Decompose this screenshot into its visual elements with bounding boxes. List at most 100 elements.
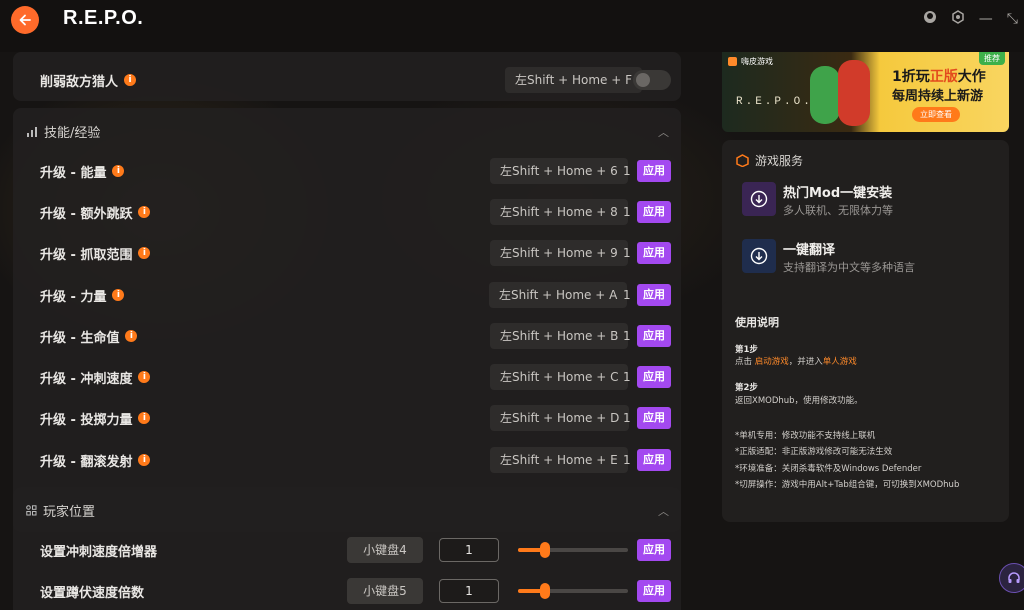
launch-game-link[interactable]: 启动游戏 bbox=[755, 357, 789, 367]
info-icon[interactable]: i bbox=[138, 371, 151, 383]
translate-item[interactable]: 一键翻译 支持翻译为中文等多种语言 bbox=[742, 239, 992, 279]
skill-row: 升级 - 额外跳跃 i 左Shift + Home + 8 1 应用 bbox=[13, 192, 681, 232]
brand-name: 嗨皮游戏 bbox=[741, 57, 773, 66]
single-player-link[interactable]: 单人游戏 bbox=[823, 357, 857, 367]
step1-text-a: 点击 bbox=[735, 357, 755, 367]
info-icon[interactable]: i bbox=[138, 454, 151, 466]
value-slider[interactable] bbox=[518, 542, 628, 558]
view-now-button[interactable]: 立即查看 bbox=[912, 107, 960, 122]
apply-button[interactable]: 应用 bbox=[637, 580, 671, 602]
banner-line2: 每周持续上新游 bbox=[892, 89, 984, 104]
recommend-tag: 推荐 bbox=[979, 52, 1005, 65]
info-icon[interactable]: i bbox=[138, 412, 151, 424]
hotkey-badge: 左Shift + Home + C bbox=[490, 364, 629, 390]
minimize-icon[interactable]: — bbox=[979, 11, 993, 27]
skill-row: 升级 - 投掷力量 i 左Shift + Home + D 1 应用 bbox=[13, 398, 681, 438]
info-icon[interactable]: i bbox=[112, 165, 125, 177]
headset-icon bbox=[1008, 572, 1020, 583]
upgrade-count: 1 bbox=[623, 288, 631, 302]
grid-icon bbox=[26, 505, 37, 516]
value-slider[interactable] bbox=[518, 583, 628, 599]
weaken-hunter-toggle[interactable] bbox=[633, 70, 671, 90]
download-icon bbox=[742, 182, 776, 216]
weaken-hunter-row: 削弱敌方猎人 i 左Shift + Home + F bbox=[13, 60, 681, 100]
row-label: 升级 - 能量 bbox=[40, 165, 107, 181]
upgrade-count: 1 bbox=[623, 411, 631, 425]
skill-row: 升级 - 生命值 i 左Shift + Home + B 1 应用 bbox=[13, 316, 681, 356]
apply-button[interactable]: 应用 bbox=[637, 201, 671, 223]
row-label: 升级 - 力量 bbox=[40, 289, 107, 305]
info-icon[interactable]: i bbox=[138, 206, 151, 218]
note-line: *切屏操作：游戏中用Alt+Tab组合键，可切换到XMODhub bbox=[735, 480, 960, 490]
skill-row: 升级 - 冲刺速度 i 左Shift + Home + C 1 应用 bbox=[13, 357, 681, 397]
slider-handle[interactable] bbox=[540, 542, 550, 558]
slider-handle[interactable] bbox=[540, 583, 550, 599]
hotkey-badge: 左Shift + Home + F bbox=[505, 67, 642, 93]
hotkey-badge: 左Shift + Home + D bbox=[490, 405, 630, 431]
info-icon[interactable]: i bbox=[124, 74, 137, 86]
hotkey-badge: 左Shift + Home + 6 bbox=[490, 158, 628, 184]
info-icon[interactable]: i bbox=[138, 247, 151, 259]
section-title: 玩家位置 bbox=[43, 505, 96, 520]
upgrade-count: 1 bbox=[623, 246, 631, 260]
robot-red-image bbox=[838, 60, 870, 126]
user-icon[interactable] bbox=[923, 10, 937, 28]
row-label: 设置冲刺速度倍增器 bbox=[40, 544, 158, 560]
info-icon[interactable]: i bbox=[112, 289, 125, 301]
step2-title: 第2步 bbox=[735, 383, 758, 393]
upgrade-count: 1 bbox=[623, 370, 631, 384]
row-label: 设置蹲伏速度倍数 bbox=[40, 585, 145, 601]
row-label: 升级 - 抓取范围 bbox=[40, 247, 133, 263]
download-icon bbox=[742, 239, 776, 273]
instructions-title: 使用说明 bbox=[735, 316, 779, 329]
apply-button[interactable]: 应用 bbox=[637, 539, 671, 561]
apply-button[interactable]: 应用 bbox=[637, 449, 671, 471]
skill-row: 升级 - 能量 i 左Shift + Home + 6 1 应用 bbox=[13, 151, 681, 191]
upgrade-count: 1 bbox=[623, 329, 631, 343]
row-label: 升级 - 投掷力量 bbox=[40, 412, 133, 428]
hotkey-badge: 小键盘4 bbox=[347, 537, 423, 563]
hotkey-badge: 左Shift + Home + A bbox=[489, 282, 628, 308]
step1-title: 第1步 bbox=[735, 345, 758, 355]
mod-install-item[interactable]: 热门Mod一键安装 多人联机、无限体力等 bbox=[742, 182, 992, 222]
player-row: 设置蹲伏速度倍数 小键盘5 1 应用 bbox=[13, 571, 681, 610]
row-label: 削弱敌方猎人 bbox=[40, 74, 119, 90]
apply-button[interactable]: 应用 bbox=[637, 284, 671, 306]
instructions-card: 使用说明 第1步 点击 启动游戏，并进入单人游戏 第2步 返回XMODhub，使… bbox=[722, 301, 1009, 522]
apply-button[interactable]: 应用 bbox=[637, 242, 671, 264]
support-headset-button[interactable] bbox=[999, 563, 1024, 593]
arrow-left-icon bbox=[19, 14, 31, 26]
banner-line1-prefix: 1折玩 bbox=[892, 69, 930, 85]
services-title: 游戏服务 bbox=[755, 154, 804, 168]
apply-button[interactable]: 应用 bbox=[637, 407, 671, 429]
back-button[interactable] bbox=[11, 6, 39, 34]
info-icon[interactable]: i bbox=[125, 330, 138, 342]
row-label: 升级 - 生命值 bbox=[40, 330, 120, 346]
robot-green-image bbox=[810, 66, 840, 124]
hotkey-badge: 左Shift + Home + B bbox=[490, 323, 629, 349]
hotkey-badge: 左Shift + Home + 9 bbox=[490, 240, 628, 266]
note-line: *单机专用：修改功能不支持线上联机 bbox=[735, 431, 876, 441]
banner-line1-suffix: 大作 bbox=[957, 69, 986, 85]
apply-button[interactable]: 应用 bbox=[637, 325, 671, 347]
collapse-chevron-icon[interactable]: ︿ bbox=[658, 124, 669, 140]
value-input[interactable]: 1 bbox=[439, 538, 499, 562]
value-input[interactable]: 1 bbox=[439, 579, 499, 603]
upgrade-count: 1 bbox=[623, 205, 631, 219]
upgrade-count: 1 bbox=[623, 453, 631, 467]
promo-banner[interactable]: 嗨皮游戏 推荐 R.E.P.O. 1折玩正版大作 每周持续上新游 立即查看 bbox=[722, 52, 1009, 132]
skills-section: 技能/经验 ︿ 升级 - 能量 i 左Shift + Home + 6 1 应用 … bbox=[13, 108, 681, 532]
settings-icon[interactable] bbox=[951, 10, 965, 28]
hotkey-badge: 小键盘5 bbox=[347, 578, 423, 604]
note-line: *正版适配：非正版游戏修改可能无法生效 bbox=[735, 447, 893, 457]
collapse-chevron-icon[interactable]: ︿ bbox=[658, 503, 669, 519]
step2-text: 返回XMODhub，使用修改功能。 bbox=[735, 396, 863, 406]
restore-icon[interactable]: ⤡ bbox=[1007, 11, 1018, 27]
upgrade-count: 1 bbox=[623, 164, 631, 178]
step1-text-b: ，并进入 bbox=[788, 357, 823, 367]
row-label: 升级 - 额外跳跃 bbox=[40, 206, 133, 222]
row-label: 升级 - 翻滚发射 bbox=[40, 454, 133, 470]
apply-button[interactable]: 应用 bbox=[637, 160, 671, 182]
skill-row: 升级 - 抓取范围 i 左Shift + Home + 9 1 应用 bbox=[13, 233, 681, 273]
apply-button[interactable]: 应用 bbox=[637, 366, 671, 388]
